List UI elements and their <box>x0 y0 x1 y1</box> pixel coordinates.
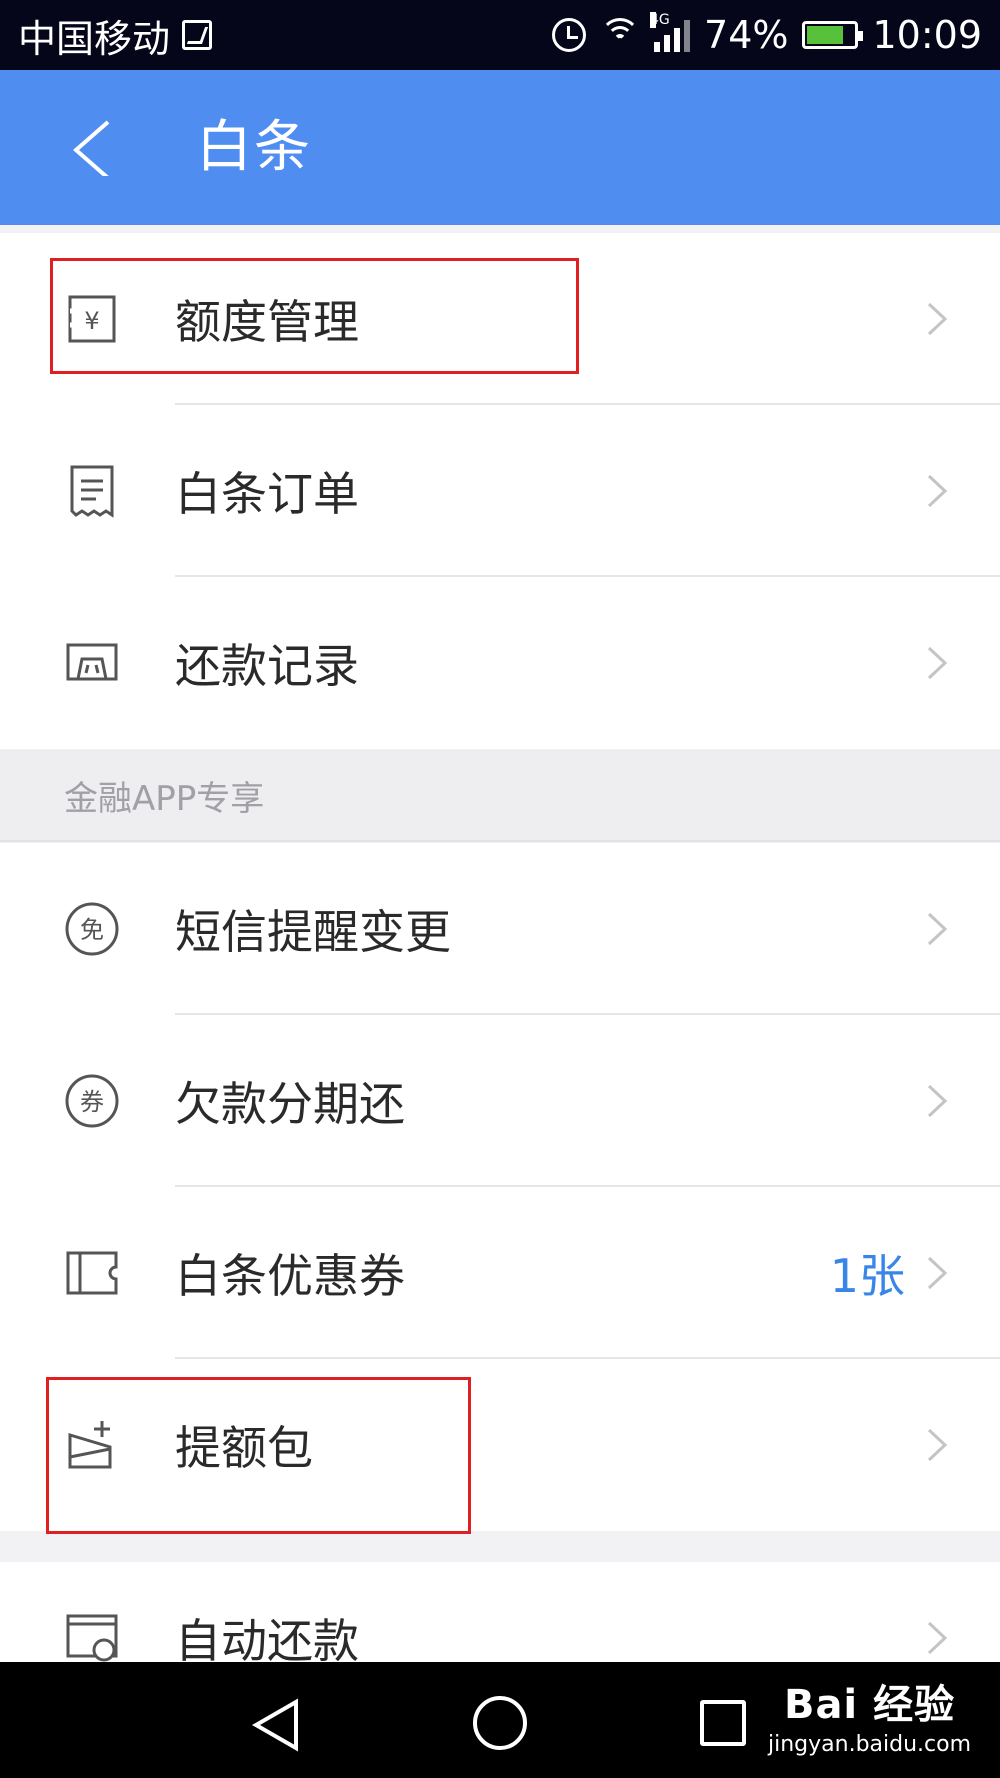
menu-item-label: 提额包 <box>175 1421 313 1475</box>
network-type: 4G <box>650 12 670 28</box>
menu-item-label: 额度管理 <box>175 295 359 349</box>
battery-percent: 74% <box>704 13 789 57</box>
main-menu-group: ¥ 额度管理 白条订单 还款记录 <box>0 233 1000 749</box>
coupon-badge-icon: 券 <box>65 1074 119 1128</box>
svg-text:¥: ¥ <box>84 307 99 335</box>
menu-item-auto-repay[interactable]: 自动还款 <box>0 1562 1000 1662</box>
status-bar: 中国移动 4G 74% 10:09 <box>0 0 1000 70</box>
section-header-finance-app: 金融APP专享 <box>0 750 1000 842</box>
ticket-icon <box>66 1251 118 1295</box>
watermark-brand: Bai 经验 <box>783 1682 956 1728</box>
page-title: 白条 <box>196 115 312 180</box>
free-badge-icon: 免 <box>65 902 119 956</box>
order-receipt-icon <box>70 465 114 518</box>
chevron-right-icon <box>927 302 948 336</box>
chevron-right-icon <box>927 1256 948 1290</box>
menu-item-label: 短信提醒变更 <box>175 905 451 959</box>
repayment-record-icon <box>66 643 118 681</box>
battery-icon <box>802 21 864 49</box>
menu-item-sms-reminder[interactable]: 免 短信提醒变更 <box>0 843 1000 1015</box>
chevron-right-icon <box>927 1428 948 1462</box>
yen-receipt-icon: ¥ <box>68 295 116 343</box>
wifi-icon <box>600 18 641 52</box>
menu-item-coupons[interactable]: 白条优惠券 1张 <box>0 1187 1000 1359</box>
signal-icon: 4G <box>650 12 691 52</box>
baidu-jingyan-watermark: Bai 经验 jingyan.baidu.com <box>768 1672 971 1757</box>
menu-item-label: 白条优惠券 <box>175 1249 405 1303</box>
app-bar: 白条 <box>0 70 1000 225</box>
menu-item-installment[interactable]: 券 欠款分期还 <box>0 1015 1000 1187</box>
menu-item-label: 还款记录 <box>175 639 359 693</box>
chevron-right-icon <box>927 1084 948 1118</box>
menu-item-label: 欠款分期还 <box>175 1077 405 1131</box>
menu-item-limit-management[interactable]: ¥ 额度管理 <box>0 233 1000 405</box>
alarm-icon <box>552 18 587 52</box>
nav-back-icon[interactable] <box>250 1698 304 1752</box>
menu-item-limit-boost[interactable]: 提额包 <box>0 1359 1000 1531</box>
finance-app-group: 免 短信提醒变更 券 欠款分期还 白条优惠券 1张 提额包 <box>0 843 1000 1531</box>
chevron-right-icon <box>927 1621 948 1655</box>
auto-repay-group: 自动还款 <box>0 1562 1000 1662</box>
limit-boost-icon <box>68 1421 112 1469</box>
menu-item-label: 白条订单 <box>175 467 359 521</box>
back-arrow-icon[interactable] <box>70 120 126 176</box>
chevron-right-icon <box>927 474 948 508</box>
carrier-name: 中国移动 <box>18 16 171 61</box>
image-notification-icon <box>182 20 213 50</box>
menu-item-baitiao-orders[interactable]: 白条订单 <box>0 405 1000 577</box>
chevron-right-icon <box>927 646 948 680</box>
menu-item-label: 自动还款 <box>175 1614 359 1662</box>
coupon-count: 1张 <box>829 1249 905 1303</box>
nav-recent-apps-icon[interactable] <box>700 1700 746 1746</box>
clock-time: 10:09 <box>872 13 982 57</box>
auto-repay-icon <box>66 1614 118 1662</box>
svg-text:免: 免 <box>80 916 104 944</box>
nav-home-icon[interactable] <box>473 1696 527 1750</box>
watermark-url: jingyan.baidu.com <box>768 1732 972 1757</box>
menu-item-repayment-records[interactable]: 还款记录 <box>0 577 1000 749</box>
chevron-right-icon <box>927 912 948 946</box>
svg-text:券: 券 <box>80 1088 104 1116</box>
